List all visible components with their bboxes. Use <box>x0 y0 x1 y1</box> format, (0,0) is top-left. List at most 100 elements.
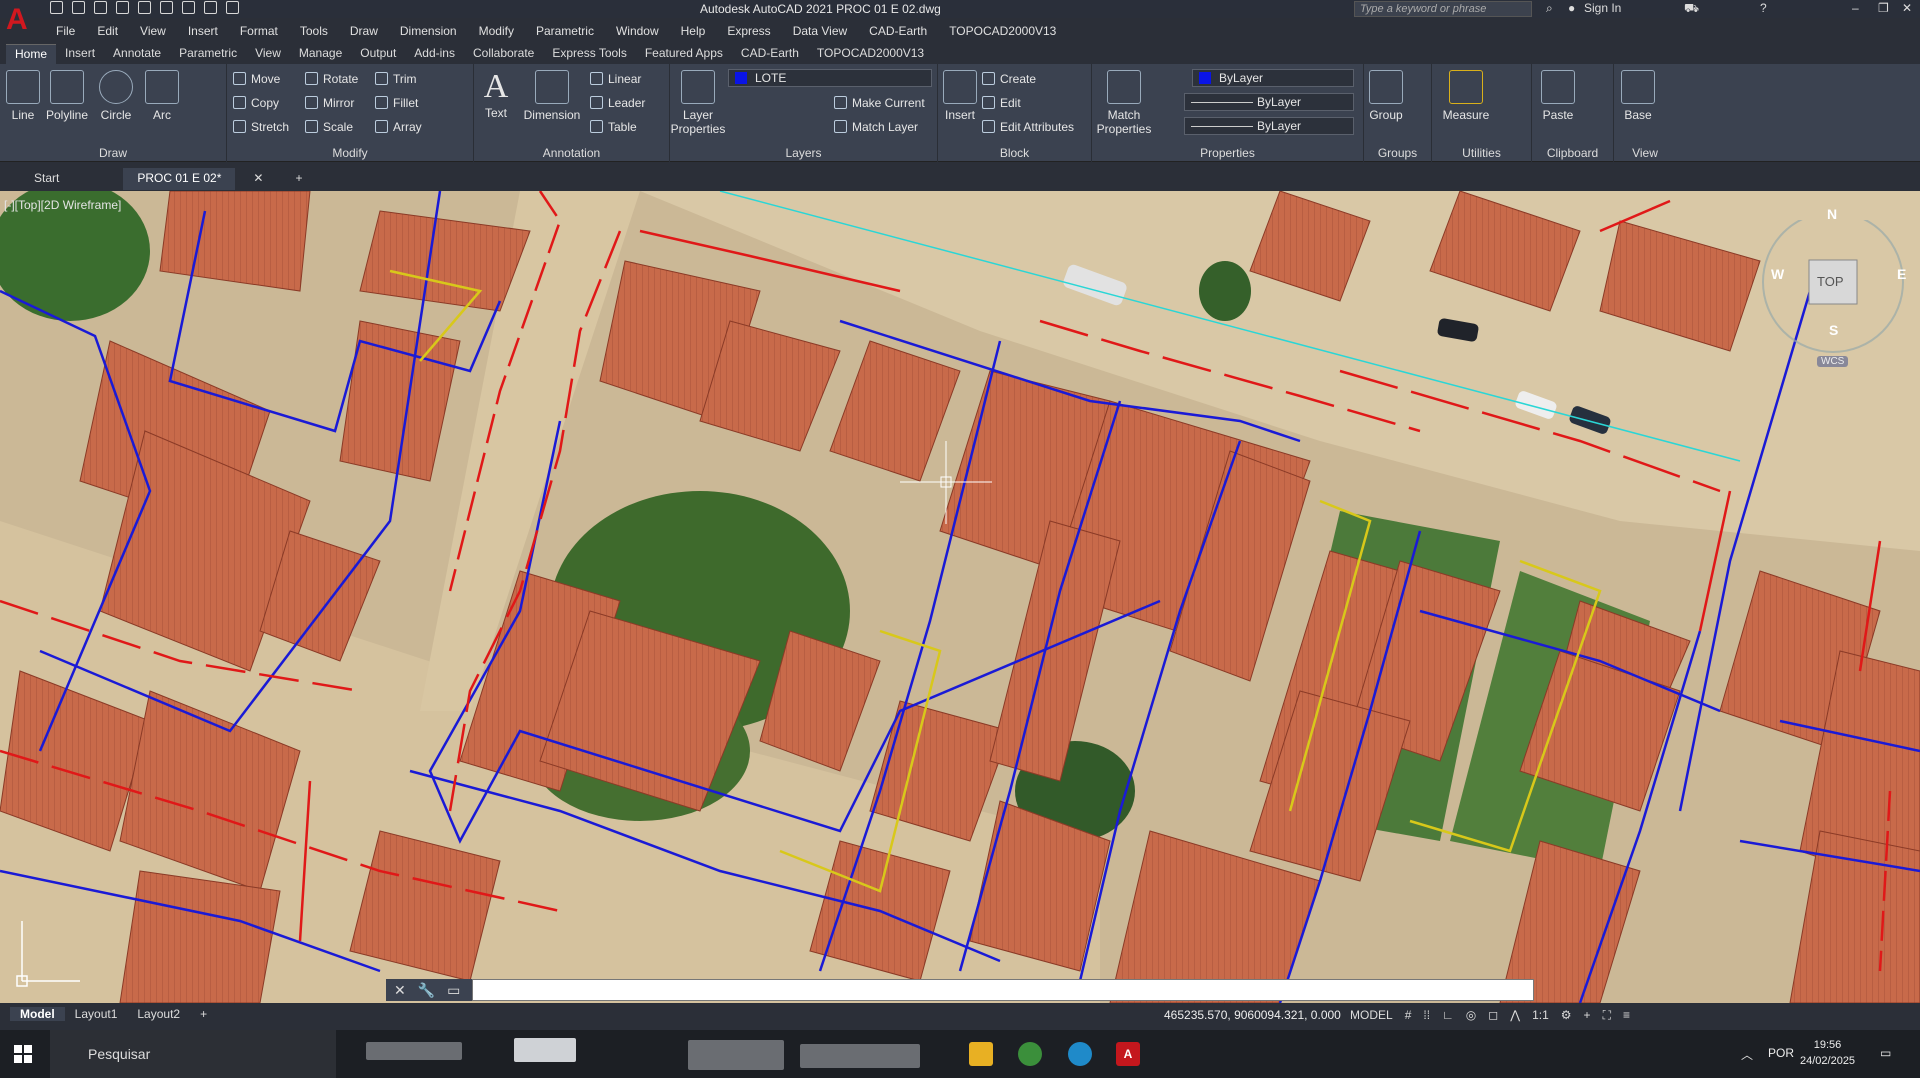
text-tool[interactable]: A Text <box>480 68 512 120</box>
line-tool[interactable]: Line <box>6 70 40 122</box>
model-space-button[interactable]: MODEL <box>1350 1008 1393 1023</box>
block-panel-label[interactable]: Block <box>938 146 1091 160</box>
tab-model[interactable]: Model <box>10 1007 65 1021</box>
edge-icon[interactable] <box>1068 1042 1092 1066</box>
copy-button[interactable]: Copy <box>233 96 279 110</box>
search-input[interactable]: Type a keyword or phrase <box>1354 1 1532 17</box>
tab-annotate[interactable]: Annotate <box>104 44 170 64</box>
menu-express[interactable]: Express <box>727 24 770 38</box>
fullscreen-icon[interactable]: ⛶ <box>1603 1008 1611 1023</box>
tab-active-drawing[interactable]: PROC 01 E 02* <box>123 168 236 190</box>
restore-icon[interactable]: ❐ <box>1878 1 1889 15</box>
ortho-icon[interactable]: ∟ <box>1442 1008 1454 1023</box>
tab-parametric[interactable]: Parametric <box>170 44 246 64</box>
wcs-menu[interactable]: WCS <box>1817 356 1849 367</box>
menu-insert[interactable]: Insert <box>188 24 218 38</box>
sign-in-button[interactable]: Sign In <box>1584 1 1621 15</box>
add-layout-icon[interactable]: + <box>190 1007 217 1021</box>
dimension-tool[interactable]: Dimension <box>522 70 582 122</box>
tab-layout2[interactable]: Layout2 <box>127 1007 190 1021</box>
tab-cad-earth[interactable]: CAD-Earth <box>732 44 808 64</box>
menu-help[interactable]: Help <box>681 24 706 38</box>
new-icon[interactable] <box>50 1 63 14</box>
compass-north[interactable]: N <box>1827 206 1837 222</box>
grid-icon[interactable]: # <box>1405 1008 1412 1023</box>
save-as-icon[interactable] <box>116 1 129 14</box>
open-web-icon[interactable] <box>138 1 151 14</box>
polyline-tool[interactable]: Polyline <box>44 70 90 122</box>
viewcube-top-face[interactable]: TOP <box>1817 274 1844 289</box>
compass-south[interactable]: S <box>1829 322 1838 338</box>
edit-block-button[interactable]: Edit <box>982 96 1021 110</box>
rotate-button[interactable]: Rotate <box>305 72 358 86</box>
tab-start[interactable]: Start <box>20 168 119 190</box>
menu-window[interactable]: Window <box>616 24 659 38</box>
paste-tool[interactable]: Paste <box>1538 70 1578 122</box>
command-input[interactable] <box>472 979 1534 1001</box>
annotation-visibility-icon[interactable]: ⋀ <box>1510 1008 1520 1023</box>
base-tool[interactable]: Base <box>1618 70 1658 122</box>
create-block-button[interactable]: Create <box>982 72 1036 86</box>
circle-tool[interactable]: Circle <box>98 70 134 122</box>
view-panel-label[interactable]: View <box>1614 146 1676 160</box>
recent-commands-icon[interactable]: ▭ <box>447 982 460 999</box>
language-indicator[interactable]: POR <box>1768 1046 1794 1060</box>
group-tool[interactable]: Group <box>1368 70 1404 122</box>
linetype-dropdown[interactable]: ByLayer <box>1184 93 1354 111</box>
tab-express-tools[interactable]: Express Tools <box>543 44 635 64</box>
layers-panel-label[interactable]: Layers <box>670 146 937 160</box>
workspace-gear-icon[interactable]: ⚙ <box>1561 1008 1572 1023</box>
osnap-icon[interactable]: ◻ <box>1488 1008 1498 1023</box>
menu-draw[interactable]: Draw <box>350 24 378 38</box>
layer-dropdown[interactable]: LOTE <box>728 69 932 87</box>
minimize-icon[interactable]: – <box>1852 1 1859 15</box>
move-button[interactable]: Move <box>233 72 280 86</box>
customization-menu-icon[interactable]: ≡ <box>1623 1008 1630 1023</box>
isolate-icon[interactable]: + <box>1584 1008 1591 1023</box>
tab-manage[interactable]: Manage <box>290 44 351 64</box>
tab-layout1[interactable]: Layout1 <box>65 1007 128 1021</box>
lineweight-dropdown[interactable]: ByLayer <box>1184 117 1354 135</box>
close-icon[interactable]: ✕ <box>1902 1 1912 15</box>
groups-panel-label[interactable]: Groups <box>1364 146 1431 160</box>
file-explorer-icon[interactable] <box>969 1042 993 1066</box>
snap-icon[interactable]: ⁞⁞ <box>1423 1008 1430 1023</box>
menu-tools[interactable]: Tools <box>300 24 328 38</box>
tab-featured-apps[interactable]: Featured Apps <box>636 44 732 64</box>
notifications-icon[interactable]: ▭ <box>1880 1046 1891 1060</box>
tab-add-ins[interactable]: Add-ins <box>405 44 464 64</box>
mirror-button[interactable]: Mirror <box>305 96 354 110</box>
compass-east[interactable]: E <box>1897 266 1906 282</box>
user-icon[interactable]: ● <box>1568 1 1575 15</box>
tab-home[interactable]: Home <box>6 44 57 64</box>
stretch-button[interactable]: Stretch <box>233 120 289 134</box>
close-tab-icon[interactable]: ✕ <box>239 168 277 190</box>
menu-edit[interactable]: Edit <box>97 24 118 38</box>
save-icon[interactable] <box>94 1 107 14</box>
drawing-viewport[interactable] <box>0 191 1920 1003</box>
redo-icon[interactable] <box>226 1 239 14</box>
clipboard-panel-label[interactable]: Clipboard <box>1532 146 1613 160</box>
arc-tool[interactable]: Arc <box>145 70 179 122</box>
help-icon[interactable]: ? <box>1760 1 1767 15</box>
array-button[interactable]: Array <box>375 120 422 134</box>
viewport-controls[interactable]: [-][Top][2D Wireframe] <box>4 198 121 212</box>
trim-button[interactable]: Trim <box>375 72 417 86</box>
table-button[interactable]: Table <box>590 120 637 134</box>
properties-panel-label[interactable]: Properties <box>1092 146 1363 160</box>
edit-attributes-button[interactable]: Edit Attributes <box>982 120 1074 134</box>
tray-chevron-icon[interactable]: ︿ <box>1741 1046 1753 1063</box>
viewcube[interactable]: TOP N S E W WCS <box>1745 206 1920 398</box>
customize-icon[interactable]: 🔧 <box>418 982 435 999</box>
menu-format[interactable]: Format <box>240 24 278 38</box>
color-dropdown[interactable]: ByLayer <box>1192 69 1354 87</box>
menu-topocad[interactable]: TOPOCAD2000V13 <box>949 24 1056 38</box>
menu-file[interactable]: File <box>56 24 75 38</box>
annotation-scale-button[interactable]: 1:1 <box>1532 1008 1549 1023</box>
menu-modify[interactable]: Modify <box>479 24 514 38</box>
search-icon[interactable]: ⌕ <box>1546 1 1553 16</box>
modify-panel-label[interactable]: Modify <box>227 146 473 160</box>
layer-properties-tool[interactable]: Layer Properties <box>670 70 726 136</box>
menu-cad-earth[interactable]: CAD-Earth <box>869 24 927 38</box>
autocad-taskbar-icon[interactable]: A <box>1116 1042 1140 1066</box>
